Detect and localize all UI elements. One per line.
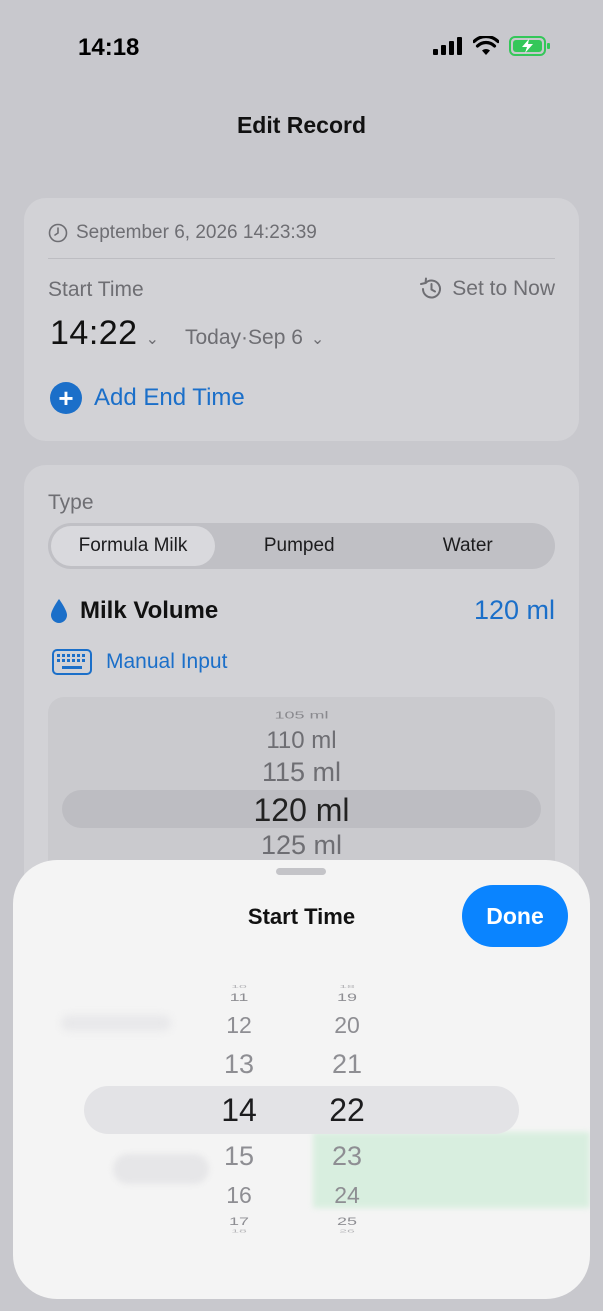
segment-water[interactable]: Water (384, 526, 553, 566)
minute-option-selected[interactable]: 22 (312, 1092, 382, 1129)
background-ghost (113, 1154, 209, 1184)
plus-circle-icon: + (50, 382, 82, 414)
minute-option[interactable]: 23 (312, 1141, 382, 1172)
volume-option[interactable]: 110 ml (48, 727, 555, 755)
cellular-signal-icon (433, 37, 462, 55)
minute-option[interactable]: 24 (312, 1182, 382, 1209)
wifi-icon (473, 36, 499, 55)
volume-option[interactable]: 105 ml (48, 710, 555, 722)
hour-option[interactable]: 11 (204, 991, 274, 1004)
volume-option-selected[interactable]: 120 ml (48, 792, 555, 829)
minute-option[interactable]: 20 (312, 1012, 382, 1039)
manual-input-button[interactable]: Manual Input (52, 649, 227, 675)
volume-option[interactable]: 125 ml (48, 830, 555, 861)
hour-option[interactable]: 13 (204, 1049, 274, 1080)
history-icon (420, 277, 442, 299)
start-time-sheet: Start Time Done 10 11 12 13 14 15 16 17 … (13, 860, 590, 1299)
sheet-grabber[interactable] (276, 868, 326, 875)
segment-pumped[interactable]: Pumped (215, 526, 384, 566)
start-time-row: 14:22 ⌄ Today·Sep 6 ⌄ (50, 314, 324, 353)
record-timestamp-text: September 6, 2026 14:23:39 (76, 222, 317, 243)
type-segmented-control: Formula Milk Pumped Water (48, 523, 555, 569)
record-timestamp: September 6, 2026 14:23:39 (48, 222, 317, 244)
keyboard-icon (52, 649, 92, 675)
hour-option[interactable]: 18 (204, 1228, 274, 1234)
hour-option[interactable]: 16 (204, 1182, 274, 1209)
type-label: Type (48, 491, 94, 514)
minute-option[interactable]: 26 (312, 1228, 382, 1234)
minute-option[interactable]: 25 (312, 1215, 382, 1228)
hour-option[interactable]: 17 (204, 1215, 274, 1228)
milk-volume-row: Milk Volume 120 ml (50, 595, 555, 626)
done-button[interactable]: Done (462, 885, 568, 947)
clock-icon (48, 223, 68, 243)
status-time: 14:18 (78, 34, 140, 61)
screen: 14:18 Edit Record September 6, 2026 14:2… (0, 0, 603, 1311)
volume-option[interactable]: 115 ml (48, 757, 555, 788)
add-end-time-button[interactable]: + Add End Time (50, 382, 245, 414)
divider (48, 258, 555, 259)
minute-option[interactable]: 18 (312, 983, 382, 989)
add-end-time-label: Add End Time (94, 384, 245, 411)
minute-option[interactable]: 19 (312, 991, 382, 1004)
hour-option[interactable]: 10 (204, 983, 274, 989)
chevron-down-icon: ⌄ (145, 331, 159, 348)
hour-option[interactable]: 12 (204, 1012, 274, 1039)
segment-formula-milk[interactable]: Formula Milk (51, 526, 215, 566)
status-icons (433, 36, 551, 56)
chevron-down-icon: ⌄ (310, 331, 325, 348)
start-time-label: Start Time (48, 278, 144, 301)
time-card: September 6, 2026 14:23:39 Start Time Se… (24, 198, 579, 441)
set-to-now-button[interactable]: Set to Now (418, 276, 555, 302)
hour-option[interactable]: 15 (204, 1141, 274, 1172)
time-picker-selection (84, 1086, 519, 1134)
milk-volume-label: Milk Volume (80, 596, 219, 624)
drop-icon (51, 598, 67, 623)
milk-volume-value: 120 ml (473, 595, 555, 625)
hour-option-selected[interactable]: 14 (204, 1092, 274, 1129)
set-to-now-label: Set to Now (452, 277, 555, 300)
page-title: Edit Record (236, 112, 367, 138)
minute-option[interactable]: 21 (312, 1049, 382, 1080)
type-card: Type Formula Milk Pumped Water Milk Volu… (24, 465, 579, 925)
background-ghost (61, 1015, 171, 1031)
milk-volume-heading: Milk Volume (50, 597, 218, 625)
battery-charging-icon (509, 36, 550, 56)
start-date-selector[interactable]: Today·Sep 6 (185, 326, 303, 350)
manual-input-label: Manual Input (106, 650, 228, 673)
start-time-selector[interactable]: 14:22 (50, 314, 138, 353)
